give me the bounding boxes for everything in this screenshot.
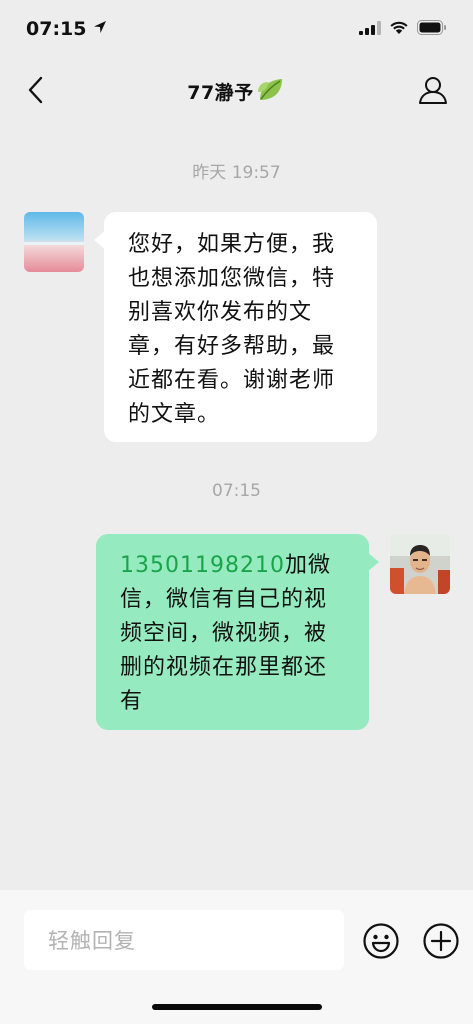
location-arrow-icon: [92, 18, 108, 40]
avatar[interactable]: [390, 534, 450, 594]
wifi-icon: [389, 20, 409, 39]
chat-title: 77瀞予: [187, 76, 285, 107]
chevron-left-icon: [28, 76, 43, 104]
leaf-icon: [256, 76, 286, 107]
message-line: 章，有好多帮助，最: [128, 334, 336, 359]
message-line: 别喜欢你发布的文: [128, 300, 313, 325]
chat-title-text: 77瀞予: [187, 81, 254, 104]
person-icon: [419, 77, 447, 104]
message-line: 您好，如果方便，我: [128, 232, 336, 257]
status-time: 07:15: [26, 18, 87, 40]
back-button[interactable]: [18, 72, 54, 108]
cellular-signal-icon: [359, 20, 381, 39]
avatar[interactable]: [24, 212, 84, 272]
reply-bar: 轻触回复: [0, 890, 473, 1024]
profile-button[interactable]: [415, 72, 451, 108]
message-line: 有: [120, 689, 144, 714]
message-line: 的文章。: [128, 402, 221, 427]
chat-screen: 07:15 77瀞予 昨天 19:57 您好，如果方便，我 也想添加您微信，特 …: [0, 0, 473, 1024]
battery-icon: [417, 19, 447, 39]
message-line: 信，微信有自己的视: [120, 587, 328, 612]
self-avatar-image: [390, 534, 450, 594]
status-left: 07:15: [26, 18, 108, 40]
nav-bar: 77瀞予: [0, 58, 473, 124]
plus-circle-icon: [423, 923, 459, 959]
message-line: 删的视频在那里都还: [120, 655, 328, 680]
status-bar: 07:15: [0, 0, 473, 58]
reply-input[interactable]: 轻触回复: [24, 910, 344, 970]
more-button[interactable]: [422, 922, 460, 960]
sender-avatar-image: [24, 212, 84, 272]
message-line: 频空间，微视频，被: [120, 621, 328, 646]
message-timestamp: 昨天 19:57: [192, 163, 281, 183]
message-line: 13501198210加微: [120, 549, 355, 583]
message-bubble-incoming[interactable]: 您好，如果方便，我 也想添加您微信，特 别喜欢你发布的文 章，有好多帮助，最 近…: [94, 212, 377, 442]
message-line: 也想添加您微信，特: [128, 266, 336, 291]
message-bubble-outgoing[interactable]: 13501198210加微 信，微信有自己的视 频空间，微视频，被 删的视频在那…: [96, 534, 379, 730]
message-text: 加微: [284, 553, 331, 578]
phone-number-link[interactable]: 13501198210: [120, 553, 285, 578]
message-timestamp: 07:15: [212, 481, 261, 501]
home-indicator[interactable]: [152, 1004, 322, 1010]
status-right: [359, 19, 447, 39]
smiley-icon: [363, 923, 399, 959]
emoji-button[interactable]: [362, 922, 400, 960]
message-line: 近都在看。谢谢老师: [128, 368, 336, 393]
